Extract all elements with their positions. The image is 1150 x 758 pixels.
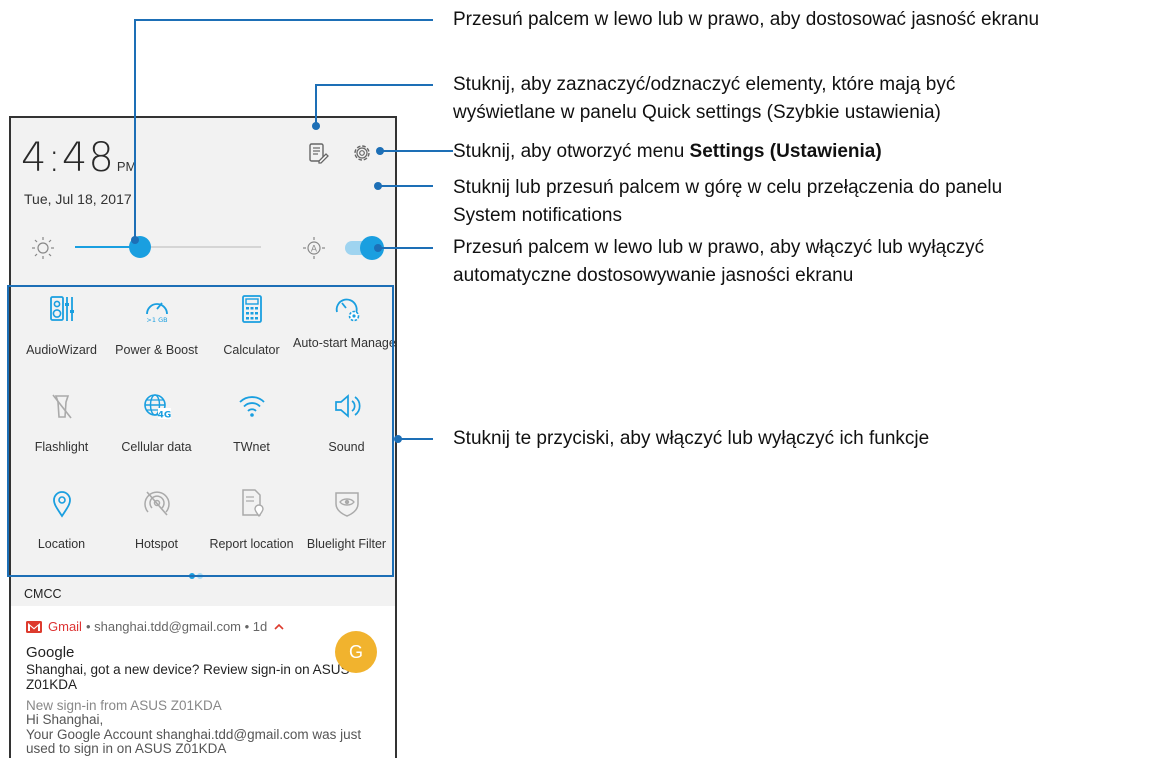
edit-leader-dot (312, 122, 320, 130)
callout-auto-line2: automatyczne dostosowywanie jasności ekr… (453, 265, 854, 286)
callout-settings-bold: Settings (Ustawienia) (689, 141, 882, 162)
callout-settings-text: Stuknij, aby otworzyć menu (453, 141, 690, 162)
callout-edit-tiles: Stuknij, aby zaznaczyć/odznaczyć element… (453, 71, 955, 127)
auto-leader-dot (374, 244, 382, 252)
callout-brightness: Przesuń palcem w lewo lub w prawo, aby d… (453, 9, 1040, 30)
callout-tiles: Stuknij te przyciski, aby włączyć lub wy… (453, 428, 930, 449)
callout-edit-line2: wyświetlane w panelu Quick settings (Szy… (453, 102, 941, 123)
system-leader-dot (374, 182, 382, 190)
callout-system-line2: System notifications (453, 205, 622, 226)
callout-auto-brightness: Przesuń palcem w lewo lub w prawo, aby w… (453, 234, 984, 290)
brightness-leader-dot (131, 236, 139, 244)
callout-auto-line1: Przesuń palcem w lewo lub w prawo, aby w… (453, 237, 985, 258)
edit-leader-line (315, 84, 433, 126)
callout-system-notifications: Stuknij lub przesuń palcem w górę w celu… (453, 174, 1002, 230)
brightness-leader-line (134, 19, 433, 240)
settings-leader-dot (376, 147, 384, 155)
tiles-leader-dot (394, 435, 402, 443)
callout-system-line1: Stuknij lub przesuń palcem w górę w celu… (453, 177, 1003, 198)
callout-edit-line1: Stuknij, aby zaznaczyć/odznaczyć element… (453, 74, 956, 95)
callout-settings: Stuknij, aby otworzyć menu Settings (Ust… (453, 138, 882, 166)
